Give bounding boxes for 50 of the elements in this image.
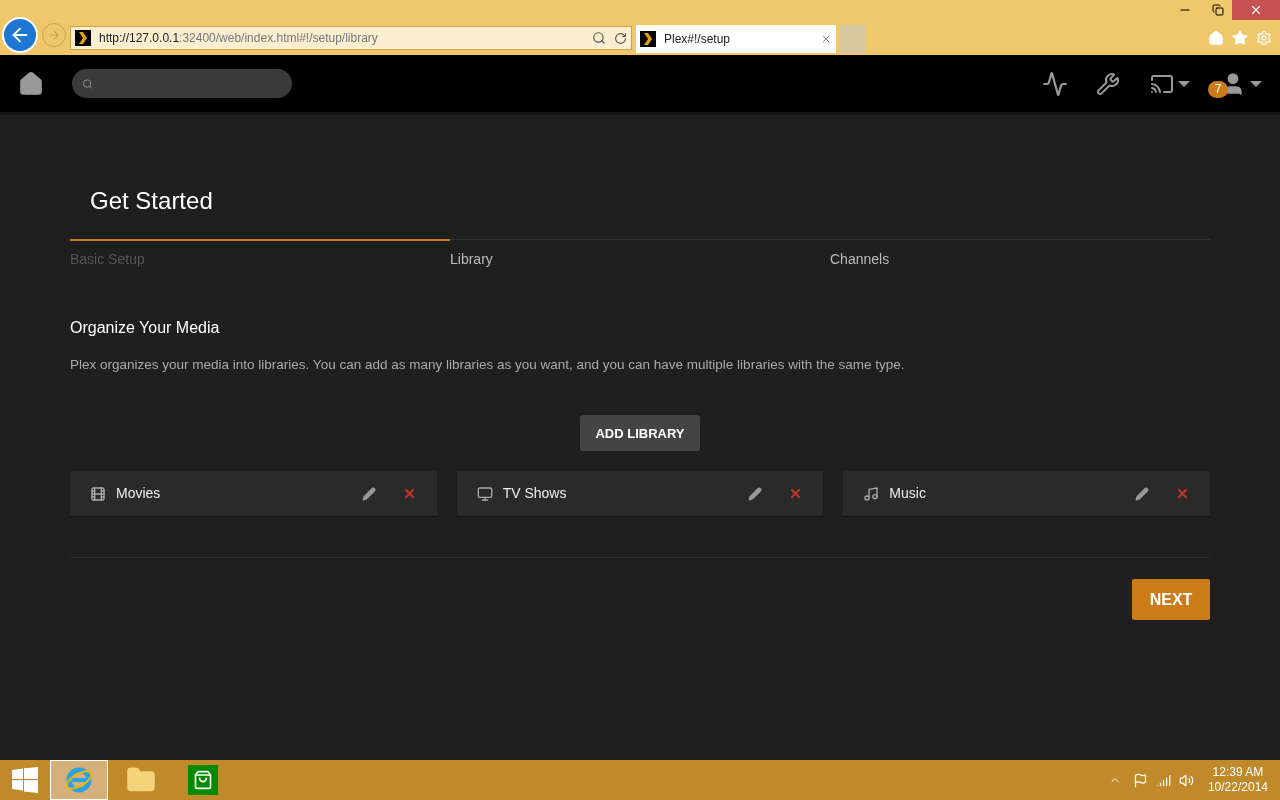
section-title: Organize Your Media bbox=[70, 318, 221, 338]
home-icon[interactable] bbox=[18, 70, 44, 97]
store-icon bbox=[188, 765, 218, 795]
flag-icon[interactable] bbox=[1132, 772, 1148, 788]
volume-icon[interactable] bbox=[1178, 772, 1194, 788]
address-bar[interactable]: http://127.0.0.1:32400/web/index.html#!/setup/library bbox=[70, 26, 632, 50]
plex-logo-icon bbox=[640, 31, 656, 47]
section-description: Plex organizes your media into libraries. You can add as many libraries as you want, and you can have multiple libraries with the same type. bbox=[70, 356, 906, 374]
browser-tab[interactable]: Plex#!/setup bbox=[636, 25, 836, 53]
windows-logo-icon bbox=[12, 767, 38, 793]
back-button[interactable] bbox=[2, 17, 38, 53]
monitor-icon bbox=[476, 485, 493, 502]
search-icon[interactable] bbox=[592, 31, 606, 45]
page-title: Get Started bbox=[90, 186, 214, 216]
notification-badge: 7 bbox=[1208, 80, 1228, 98]
close-window-button[interactable] bbox=[1232, 0, 1280, 20]
library-name: Movies bbox=[116, 484, 162, 504]
refresh-icon[interactable] bbox=[614, 31, 627, 45]
film-icon bbox=[90, 485, 106, 502]
caret-icon[interactable] bbox=[1250, 80, 1262, 87]
close-icon bbox=[1249, 3, 1263, 17]
setup-step: Channels bbox=[830, 239, 1210, 270]
library-name: TV Shows bbox=[502, 484, 568, 504]
search-field[interactable] bbox=[72, 69, 292, 98]
date-text: 10/22/2014 bbox=[1207, 780, 1268, 795]
search-icon bbox=[82, 77, 93, 90]
edit-icon[interactable] bbox=[1135, 486, 1149, 501]
edit-icon[interactable] bbox=[361, 486, 376, 501]
add-library-button[interactable]: ADD LIBRARY bbox=[580, 415, 700, 452]
music-note-icon bbox=[863, 485, 880, 502]
close-tab-icon[interactable] bbox=[820, 33, 832, 45]
library-card[interactable]: TV Shows bbox=[456, 471, 824, 518]
restore-icon[interactable] bbox=[1212, 4, 1224, 16]
url-text: http://127.0.0.1:32400/web/index.html#!/setup/library bbox=[99, 30, 379, 47]
plex-logo-icon bbox=[75, 30, 91, 46]
e-logo-icon bbox=[64, 765, 94, 795]
setup-step: Library bbox=[450, 239, 830, 270]
library-card[interactable]: Movies bbox=[70, 471, 437, 518]
library-card[interactable]: Music bbox=[843, 471, 1210, 518]
caret-icon[interactable] bbox=[1178, 80, 1190, 87]
forward-arrow-icon bbox=[47, 28, 61, 42]
edit-icon[interactable] bbox=[748, 486, 763, 501]
tab-title: Plex#!/setup bbox=[664, 31, 732, 48]
tools-icon[interactable] bbox=[1096, 71, 1120, 96]
library-name: Music bbox=[889, 484, 927, 504]
star-icon[interactable] bbox=[1232, 30, 1248, 46]
activity-icon[interactable] bbox=[1042, 70, 1068, 97]
signal-icon[interactable] bbox=[1155, 772, 1171, 788]
time-text: 12:39 AM bbox=[1212, 765, 1264, 780]
taskbar-app[interactable] bbox=[50, 760, 108, 800]
